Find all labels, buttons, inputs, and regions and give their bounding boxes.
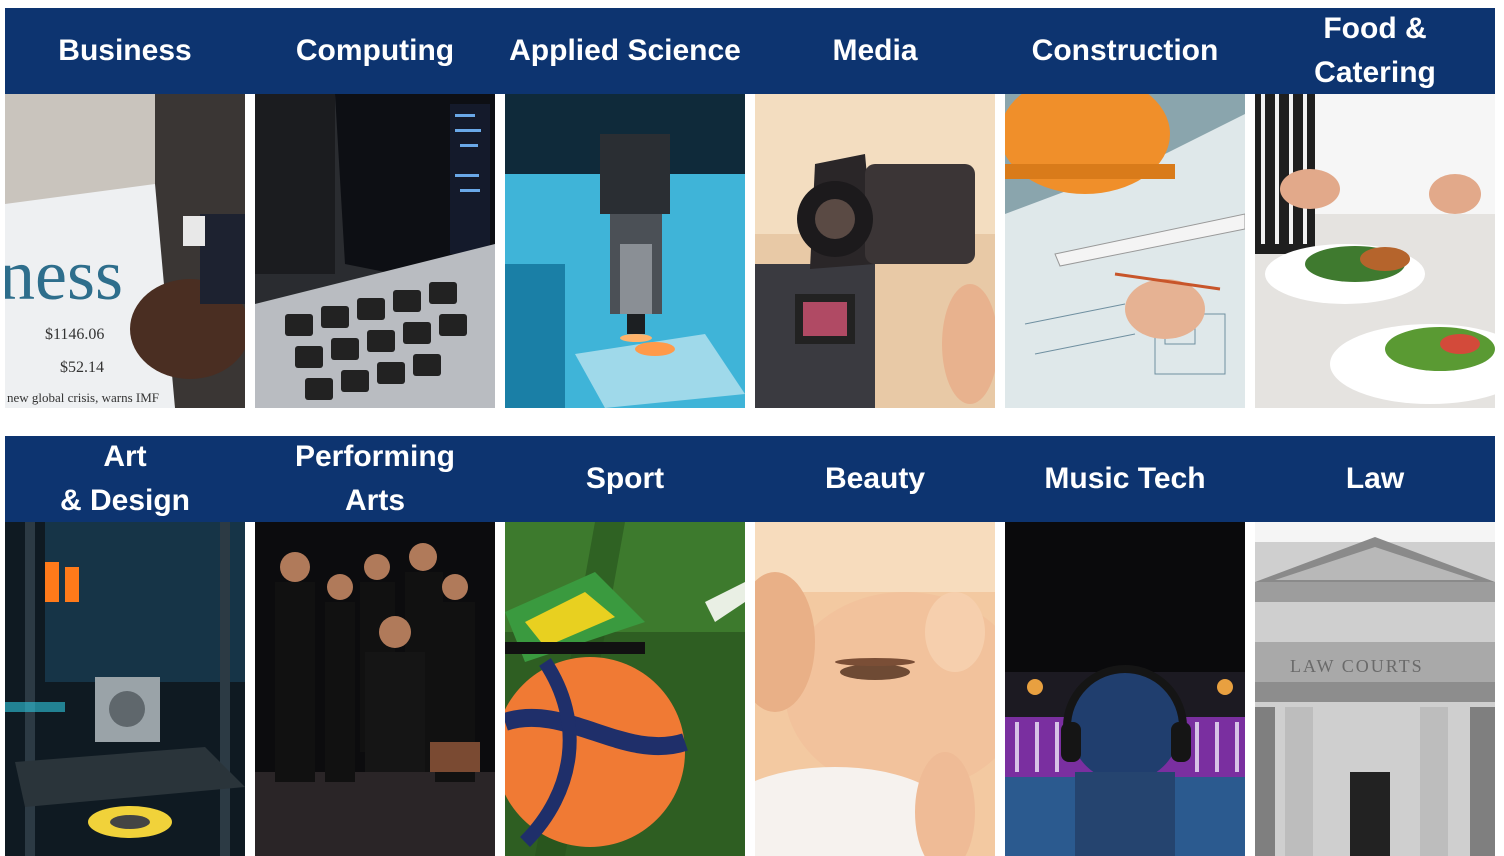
subject-label: Sport	[585, 462, 665, 495]
microscope-photo	[505, 94, 745, 408]
subject-label: Law	[1345, 462, 1405, 495]
subject-label: Construction	[1031, 34, 1219, 67]
subject-label: Art & Design	[59, 440, 191, 517]
subject-label: Applied Science	[509, 34, 741, 67]
blueprint-photo	[1005, 94, 1245, 408]
svg-text:new global crisis, warns IMF: new global crisis, warns IMF	[7, 390, 159, 405]
subject-label: Media	[832, 34, 918, 67]
facial-treatment-photo	[755, 522, 995, 856]
subject-label: Business	[58, 34, 192, 67]
camera-photo	[755, 94, 995, 408]
drama-group-photo	[255, 522, 495, 856]
subject-label: Food & Catering	[1314, 12, 1436, 89]
headphones-mixing-desk-photo	[1005, 522, 1245, 856]
subject-label: Performing Arts	[294, 440, 456, 517]
plated-food-photo	[1255, 94, 1495, 408]
laptop-photo	[255, 94, 495, 408]
subject-label: Computing	[295, 34, 455, 67]
svg-text:ness: ness	[5, 235, 123, 315]
football-photo	[505, 522, 745, 856]
svg-text:$1146.06: $1146.06	[45, 326, 104, 343]
law-courts-photo: LAW COURTS	[1255, 522, 1495, 856]
subject-label: Beauty	[824, 462, 926, 495]
subject-label: Music Tech	[1044, 462, 1206, 495]
3d-printer-photo	[5, 522, 245, 856]
svg-text:LAW COURTS: LAW COURTS	[1290, 656, 1424, 676]
svg-text:$52.14: $52.14	[60, 359, 104, 376]
newspaper-photo: ness $1146.06 $52.14 new global crisis, …	[5, 94, 245, 408]
